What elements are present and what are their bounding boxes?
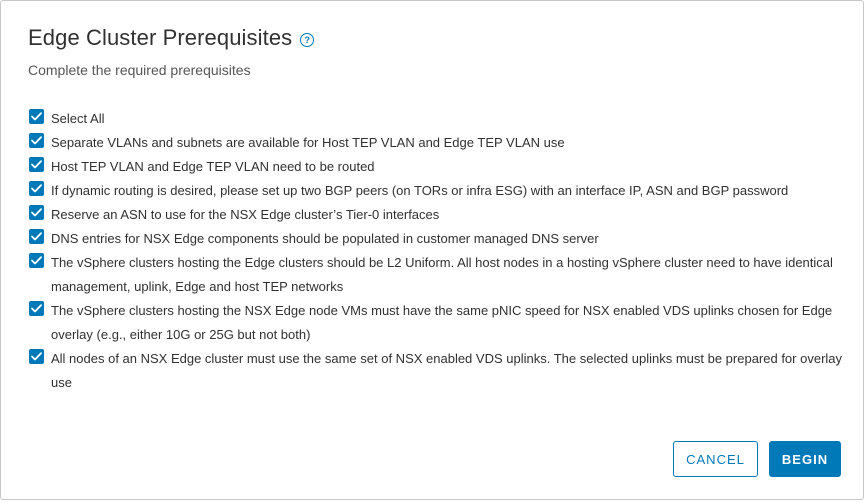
prerequisite-item: Host TEP VLAN and Edge TEP VLAN need to … [29, 155, 849, 179]
prerequisite-checkbox[interactable] [29, 229, 44, 244]
prerequisite-item: The vSphere clusters hosting the NSX Edg… [29, 299, 849, 347]
checkmark-icon [31, 232, 42, 241]
checkmark-icon [31, 112, 42, 121]
prerequisite-label: DNS entries for NSX Edge components shou… [51, 231, 599, 246]
prerequisite-item: All nodes of an NSX Edge cluster must us… [29, 347, 849, 395]
edge-cluster-prerequisites-dialog: Edge Cluster Prerequisites ? Complete th… [0, 0, 864, 500]
prerequisite-label: If dynamic routing is desired, please se… [51, 183, 789, 198]
prerequisite-checkbox[interactable] [29, 301, 44, 316]
prerequisite-label: Separate VLANs and subnets are available… [51, 135, 565, 150]
checkmark-icon [31, 352, 42, 361]
checkmark-icon [31, 208, 42, 217]
prerequisite-label: All nodes of an NSX Edge cluster must us… [51, 351, 843, 390]
prerequisite-label: Select All [51, 111, 105, 126]
prerequisite-label: Host TEP VLAN and Edge TEP VLAN need to … [51, 159, 375, 174]
prerequisite-checkbox[interactable] [29, 181, 44, 196]
prerequisite-checkbox[interactable] [29, 205, 44, 220]
prerequisites-checklist: Select All Separate VLANs and subnets are… [29, 107, 849, 395]
prerequisite-checkbox[interactable] [29, 253, 44, 268]
prerequisite-item: If dynamic routing is desired, please se… [29, 179, 849, 203]
select-all-item: Select All [29, 107, 849, 131]
prerequisite-label: The vSphere clusters hosting the Edge cl… [51, 255, 833, 294]
prerequisite-item: Separate VLANs and subnets are available… [29, 131, 849, 155]
dialog-subtitle: Complete the required prerequisites [28, 62, 251, 78]
checkmark-icon [31, 160, 42, 169]
checkmark-icon [31, 136, 42, 145]
checkmark-icon [31, 256, 42, 265]
prerequisite-item: DNS entries for NSX Edge components shou… [29, 227, 849, 251]
begin-button[interactable]: BEGIN [769, 441, 841, 477]
cancel-button[interactable]: CANCEL [673, 441, 758, 477]
checkmark-icon [31, 304, 42, 313]
prerequisite-label: Reserve an ASN to use for the NSX Edge c… [51, 207, 440, 222]
prerequisite-checkbox[interactable] [29, 133, 44, 148]
checkmark-icon [31, 184, 42, 193]
help-icon[interactable]: ? [300, 33, 315, 47]
dialog-header: Edge Cluster Prerequisites ? [28, 25, 315, 51]
prerequisite-item: Reserve an ASN to use for the NSX Edge c… [29, 203, 849, 227]
prerequisite-item: The vSphere clusters hosting the Edge cl… [29, 251, 849, 299]
select-all-checkbox[interactable] [29, 109, 44, 124]
dialog-title: Edge Cluster Prerequisites [28, 25, 293, 50]
prerequisite-label: The vSphere clusters hosting the NSX Edg… [51, 303, 833, 342]
prerequisite-checkbox[interactable] [29, 157, 44, 172]
prerequisite-checkbox[interactable] [29, 349, 44, 364]
